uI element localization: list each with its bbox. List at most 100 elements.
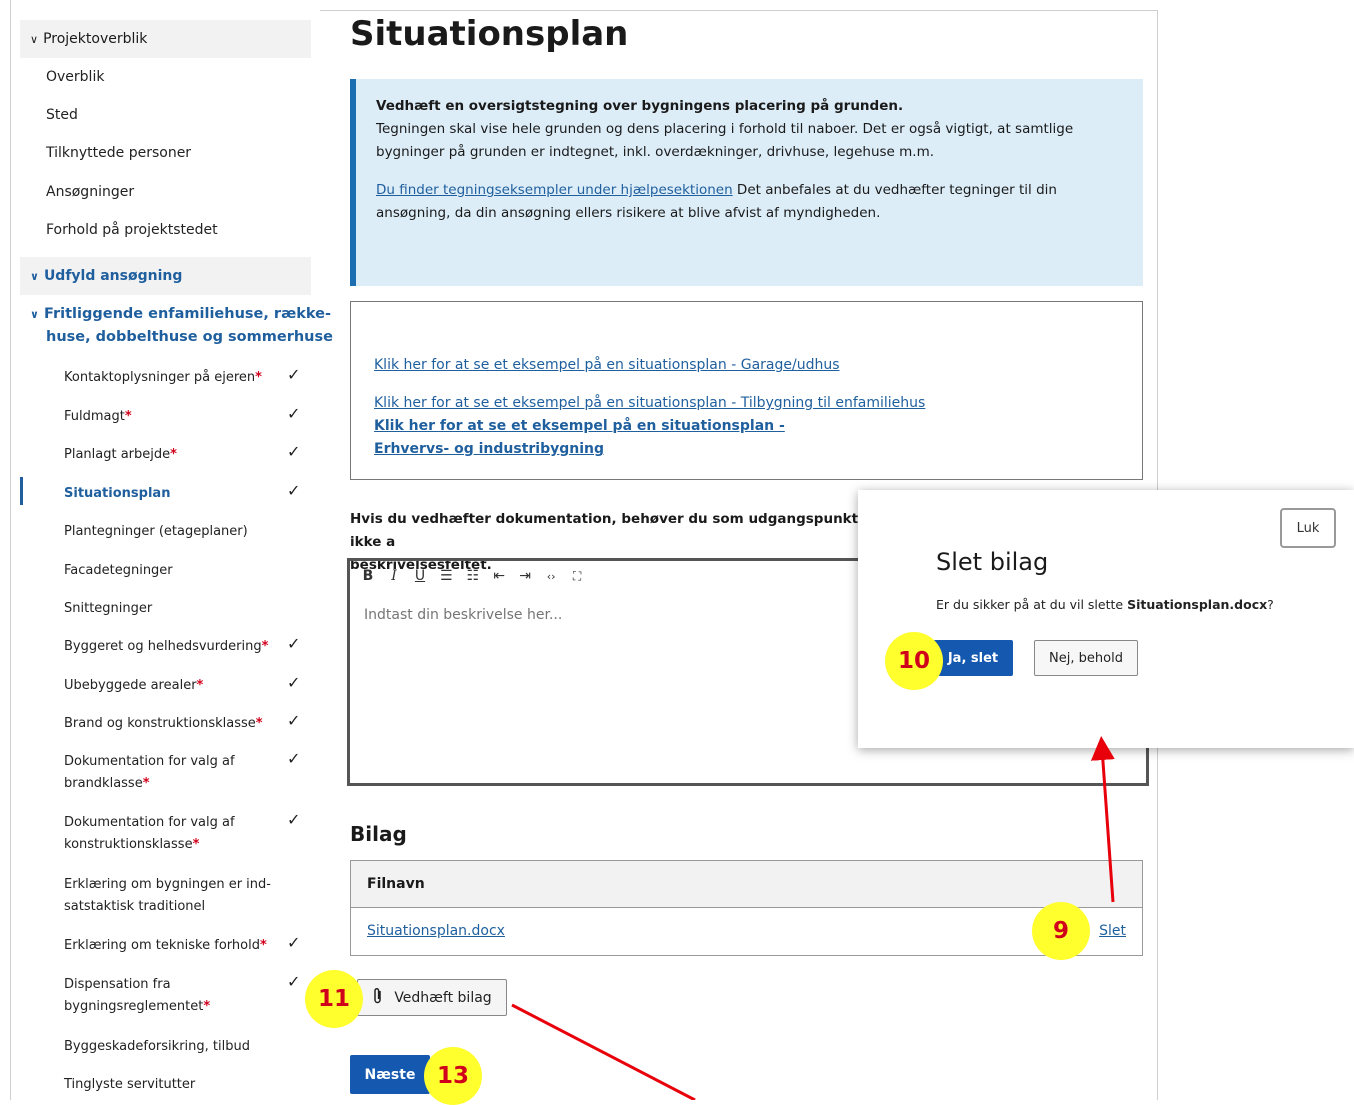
sidebar-step-label: Dokumentation for valg af bbox=[64, 815, 235, 830]
chevron-down-icon: ∨ bbox=[30, 308, 39, 321]
required-marker: * bbox=[142, 776, 150, 791]
sidebar-step-label-line2: satstaktisk traditionel bbox=[64, 899, 206, 914]
info-body: Tegningen skal vise hele grunden og dens… bbox=[376, 121, 1074, 160]
required-marker: * bbox=[259, 938, 267, 953]
dialog-question-suffix: ? bbox=[1267, 597, 1274, 612]
numbered-list-icon[interactable]: ☷ bbox=[467, 568, 480, 584]
chevron-down-icon: ∨ bbox=[30, 32, 39, 46]
paperclip-icon bbox=[372, 987, 384, 1009]
check-icon: ✓ bbox=[287, 442, 301, 461]
help-link[interactable]: Du finder tegningseksempler under hjælpe… bbox=[376, 182, 733, 198]
sidebar-step[interactable]: Erklæring om tekniske forhold* bbox=[64, 935, 267, 957]
cancel-delete-button[interactable]: Nej, behold bbox=[1034, 640, 1138, 676]
outdent-icon[interactable]: ⇤ bbox=[493, 568, 505, 584]
check-icon: ✓ bbox=[287, 749, 301, 768]
sidebar-step[interactable]: Dispensation fra bygningsreglementet* bbox=[64, 974, 210, 1018]
sidebar-step[interactable]: Kontaktoplysninger på ejeren* bbox=[64, 367, 262, 389]
sidebar-step-label: Situationsplan bbox=[64, 486, 171, 501]
sidebar-step[interactable]: Erklæring om bygningen er ind-satstaktis… bbox=[64, 874, 271, 918]
info-bold: Vedhæft en oversigtstegning over bygning… bbox=[376, 98, 904, 114]
example-link-erhverv[interactable]: Klik her for at se et eksempel på en sit… bbox=[374, 415, 854, 461]
sidebar-item-tilknyttede-personer[interactable]: Tilknyttede personer bbox=[46, 145, 191, 161]
close-dialog-button[interactable]: Luk bbox=[1280, 508, 1336, 548]
confirm-delete-button[interactable]: Ja, slet bbox=[933, 640, 1013, 676]
info-text: Vedhæft en oversigtstegning over bygning… bbox=[376, 95, 1123, 164]
delete-attachment-dialog: Luk Slet bilag Er du sikker på at du vil… bbox=[858, 490, 1354, 748]
required-marker: * bbox=[255, 716, 263, 731]
table-row: Situationsplan.docx Slet bbox=[351, 908, 1142, 954]
page-title: Situationsplan bbox=[350, 14, 629, 54]
sidebar-step[interactable]: Dokumentation for valg af konstruktionskl… bbox=[64, 812, 235, 856]
required-marker: * bbox=[124, 409, 132, 424]
sidebar-category[interactable]: ∨ Fritliggende enfamiliehuse, række- hus… bbox=[30, 303, 333, 348]
sidebar-step-label-line2: bygningsreglementet bbox=[64, 999, 204, 1014]
attachment-file-link[interactable]: Situationsplan.docx bbox=[367, 923, 505, 939]
check-icon: ✓ bbox=[287, 404, 301, 423]
check-icon: ✓ bbox=[287, 810, 301, 829]
bold-icon[interactable]: B bbox=[362, 568, 374, 584]
sidebar-step[interactable]: Byggeret og helhedsvurdering* bbox=[64, 636, 268, 658]
dialog-question-prefix: Er du sikker på at du vil slette bbox=[936, 597, 1128, 612]
sidebar-step-label: Brand og konstruktionsklasse bbox=[64, 716, 256, 731]
delete-attachment-link[interactable]: Slet bbox=[1099, 923, 1126, 939]
sidebar-item-sted[interactable]: Sted bbox=[46, 107, 78, 123]
check-icon: ✓ bbox=[287, 481, 301, 500]
dialog-question: Er du sikker på at du vil slette Situati… bbox=[936, 597, 1274, 612]
sidebar-heading-project-overview[interactable]: ∨ Projektoverblik bbox=[20, 20, 311, 58]
underline-icon[interactable]: U bbox=[414, 568, 426, 584]
italic-icon[interactable]: I bbox=[388, 568, 400, 584]
sidebar-step-label-line2: brandklasse bbox=[64, 776, 143, 791]
check-icon: ✓ bbox=[287, 711, 301, 730]
sidebar-item-overblik[interactable]: Overblik bbox=[46, 69, 104, 85]
bullet-list-icon[interactable]: ☰ bbox=[440, 568, 453, 584]
attachments-table: Filnavn Situationsplan.docx Slet bbox=[350, 860, 1143, 956]
arrow-11-to-below bbox=[511, 1003, 696, 1100]
example-link-garage[interactable]: Klik her for at se et eksempel på en sit… bbox=[374, 354, 1119, 377]
sidebar-step-label-line2: konstruktionsklasse bbox=[64, 837, 193, 852]
sidebar-step-label: Dispensation fra bbox=[64, 977, 171, 992]
attach-file-button[interactable]: Vedhæft bilag bbox=[357, 979, 507, 1016]
sidebar-step[interactable]: Planlagt arbejde* bbox=[64, 444, 177, 466]
next-button[interactable]: Næste bbox=[350, 1055, 430, 1094]
sidebar-step[interactable]: Snittegninger bbox=[64, 598, 152, 620]
sidebar-step[interactable]: Situationsplan bbox=[64, 483, 170, 505]
hint-line1: Hvis du vedhæfter dokumentation, behøver… bbox=[350, 511, 859, 550]
dialog-question-file: Situationsplan.docx bbox=[1127, 597, 1268, 612]
sidebar-step[interactable]: Fuldmagt* bbox=[64, 406, 132, 428]
chevron-down-icon: ∨ bbox=[30, 269, 39, 283]
sidebar-step-label: Tinglyste servitutter bbox=[64, 1077, 196, 1092]
required-marker: * bbox=[255, 370, 262, 385]
attachments-heading: Bilag bbox=[350, 822, 407, 846]
info-help: Du finder tegningseksempler under hjælpe… bbox=[376, 179, 1123, 225]
attach-file-label: Vedhæft bilag bbox=[394, 989, 492, 1006]
check-icon: ✓ bbox=[287, 634, 301, 653]
sidebar-step[interactable]: Brand og konstruktionsklasse* bbox=[64, 713, 263, 735]
sidebar-step-label: Plantegninger (etageplaner) bbox=[64, 524, 248, 539]
sidebar-step-label: Byggeskadeforsikring, tilbud bbox=[64, 1039, 250, 1054]
sidebar-heading-fill-application[interactable]: ∨ Udfyld ansøgning bbox=[20, 257, 311, 295]
sidebar-step[interactable]: Dokumentation for valg af brandklasse* bbox=[64, 751, 235, 795]
description-input[interactable] bbox=[362, 605, 846, 639]
examples-box: Klik her for at se et eksempel på en sit… bbox=[350, 301, 1143, 480]
sidebar-active-indicator bbox=[20, 477, 23, 505]
sidebar-category-line2: huse, dobbelthuse og sommerhuse bbox=[46, 329, 333, 345]
sidebar-step-label: Planlagt arbejde bbox=[64, 447, 171, 462]
code-icon[interactable]: ‹› bbox=[545, 570, 557, 583]
sidebar-heading-label: Projektoverblik bbox=[43, 31, 148, 47]
sidebar-step-label: Kontaktoplysninger på ejeren bbox=[64, 370, 256, 385]
sidebar-step[interactable]: Byggeskadeforsikring, tilbud bbox=[64, 1036, 250, 1058]
sidebar-step[interactable]: Tinglyste servitutter bbox=[64, 1074, 195, 1096]
sidebar-item-ansoegninger[interactable]: Ansøgninger bbox=[46, 184, 134, 200]
fullscreen-icon[interactable]: ⛶ bbox=[571, 569, 583, 584]
sidebar-step-label: Dokumentation for valg af bbox=[64, 754, 235, 769]
page-frame-left bbox=[10, 0, 11, 1100]
sidebar-step[interactable]: Ubebyggede arealer* bbox=[64, 675, 203, 697]
example-link-tilbygning[interactable]: Klik her for at se et eksempel på en sit… bbox=[374, 392, 1119, 415]
sidebar-step[interactable]: Facadetegninger bbox=[64, 560, 173, 582]
sidebar-step[interactable]: Plantegninger (etageplaner) bbox=[64, 521, 248, 543]
check-icon: ✓ bbox=[287, 365, 301, 384]
indent-icon[interactable]: ⇥ bbox=[519, 568, 531, 584]
sidebar-item-forhold[interactable]: Forhold på projektstedet bbox=[46, 222, 218, 238]
step-marker-9: 9 bbox=[1032, 902, 1090, 960]
check-icon: ✓ bbox=[287, 972, 301, 991]
